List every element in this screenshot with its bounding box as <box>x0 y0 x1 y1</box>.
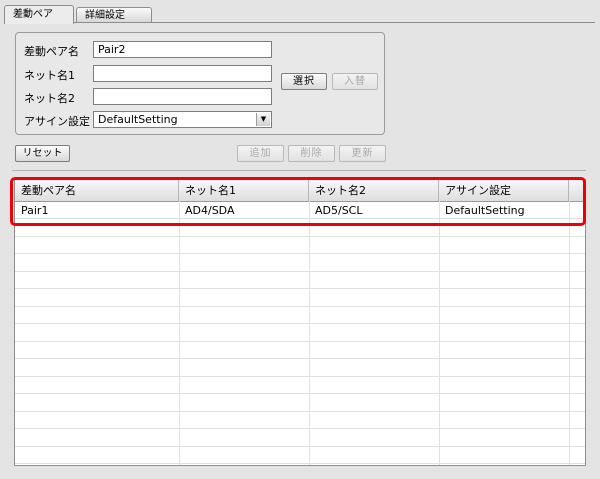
empty-table-row <box>15 377 585 394</box>
net2-input[interactable] <box>93 88 272 105</box>
empty-table-row <box>15 237 585 254</box>
pair-table: 差動ペア名 ネット名1 ネット名2 アサイン設定 Pair1 AD4/SDA A… <box>14 179 586 466</box>
empty-table-row <box>15 465 585 466</box>
empty-table-row <box>15 412 585 429</box>
empty-table-row <box>15 342 585 359</box>
select-button[interactable]: 選択 <box>281 73 327 90</box>
empty-table-row <box>15 360 585 377</box>
column-header-net2[interactable]: ネット名2 <box>309 180 439 201</box>
net2-label: ネット名2 <box>24 92 75 105</box>
cell-pair-name: Pair1 <box>21 204 49 217</box>
empty-table-row <box>15 307 585 324</box>
column-header-net1[interactable]: ネット名1 <box>179 180 309 201</box>
swap-button[interactable]: 入替 <box>332 73 378 90</box>
assign-setting-select[interactable]: DefaultSetting ▼ <box>93 111 272 128</box>
empty-table-row <box>15 447 585 464</box>
empty-table-row <box>15 220 585 237</box>
assign-setting-label: アサイン設定 <box>24 115 90 128</box>
pair-name-label: 差動ペア名 <box>24 45 79 58</box>
net1-label: ネット名1 <box>24 69 75 82</box>
cell-net1: AD4/SDA <box>185 204 235 217</box>
empty-table-row <box>15 395 585 412</box>
empty-table-row <box>15 325 585 342</box>
empty-table-row <box>15 255 585 272</box>
assign-setting-value: DefaultSetting <box>98 113 178 126</box>
cell-assign-setting: DefaultSetting <box>445 204 525 217</box>
tab-detail-settings[interactable]: 詳細設定 <box>76 7 152 22</box>
delete-button[interactable]: 削除 <box>288 145 335 162</box>
column-header-assign-setting[interactable]: アサイン設定 <box>439 180 569 201</box>
empty-table-row <box>15 290 585 307</box>
pair-name-input[interactable]: Pair2 <box>93 41 272 58</box>
empty-table-row <box>15 272 585 289</box>
pair-form-group: 差動ペア名 Pair2 ネット名1 ネット名2 アサイン設定 DefaultSe… <box>15 32 385 135</box>
add-button[interactable]: 追加 <box>237 145 284 162</box>
tab-panel-border <box>4 22 595 24</box>
reset-button[interactable]: リセット <box>15 145 70 162</box>
update-button[interactable]: 更新 <box>339 145 386 162</box>
section-divider <box>12 170 586 171</box>
empty-table-row <box>15 430 585 447</box>
table-row[interactable]: Pair1 AD4/SDA AD5/SCL DefaultSetting <box>15 202 585 219</box>
tab-differential-pair[interactable]: 差動ペア <box>4 5 74 24</box>
cell-net2: AD5/SCL <box>315 204 363 217</box>
column-header-pair-name[interactable]: 差動ペア名 <box>15 180 179 201</box>
table-header: 差動ペア名 ネット名1 ネット名2 アサイン設定 <box>15 180 585 202</box>
net1-input[interactable] <box>93 65 272 82</box>
dropdown-arrow-icon[interactable]: ▼ <box>256 113 270 126</box>
